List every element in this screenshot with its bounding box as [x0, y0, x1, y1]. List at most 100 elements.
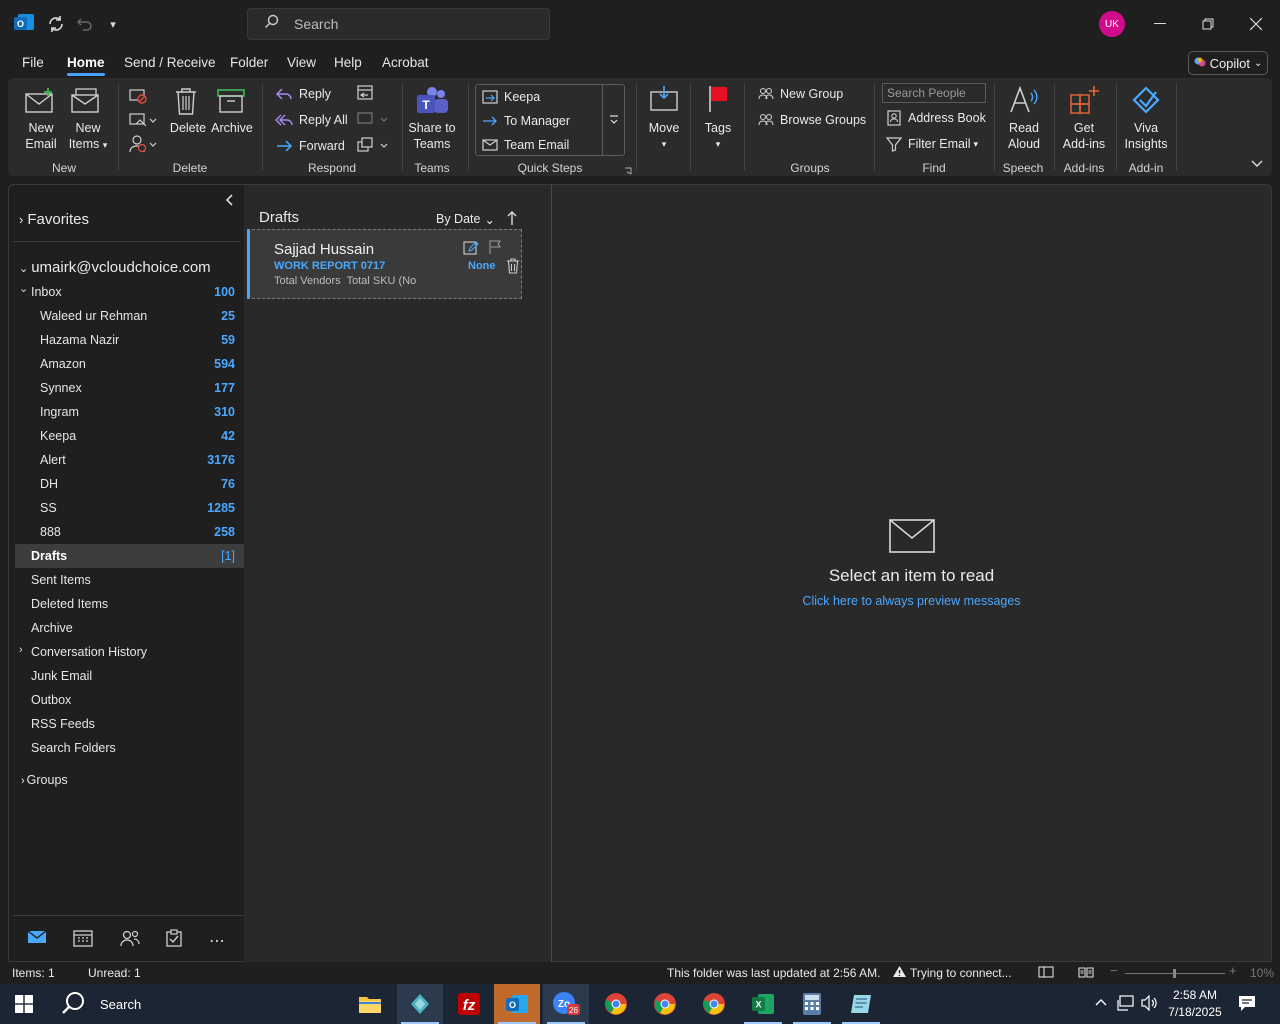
sidebar-item-hazama-nazir[interactable]: Hazama Nazir 59: [15, 328, 247, 352]
dialog-launcher-icon[interactable]: [624, 164, 632, 175]
read-aloud-button[interactable]: Read Aloud: [1004, 84, 1044, 154]
people-module-icon[interactable]: [119, 929, 141, 949]
restore-button[interactable]: [1185, 8, 1231, 40]
share-to-teams-button[interactable]: T Share to Teams: [408, 86, 456, 156]
address-book-button[interactable]: Address Book: [886, 110, 986, 126]
outlook-app-icon[interactable]: O: [12, 10, 36, 36]
chevron-down-icon[interactable]: ⌄: [19, 282, 28, 295]
sort-direction-icon[interactable]: [506, 210, 518, 226]
list-item[interactable]: Sajjad Hussain WORK REPORT 0717 Total Ve…: [247, 229, 522, 299]
excel-icon[interactable]: X: [740, 984, 786, 1024]
normal-view-icon[interactable]: [1038, 966, 1054, 980]
sidebar-item-search-folders[interactable]: Search Folders: [15, 736, 247, 760]
menu-acrobat[interactable]: Acrobat: [382, 55, 429, 70]
copilot-button[interactable]: Copilot ⌄: [1188, 51, 1268, 75]
menu-help[interactable]: Help: [334, 55, 362, 70]
im-reply-icon[interactable]: [355, 110, 389, 130]
new-items-button[interactable]: New Items ▾: [69, 86, 107, 151]
account-header[interactable]: ⌄ umairk@vcloudchoice.com: [19, 259, 211, 276]
sidebar-item-outbox[interactable]: Outbox: [15, 688, 247, 712]
preview-link[interactable]: Click here to always preview messages: [552, 594, 1271, 608]
sidebar-item-ss[interactable]: SS 1285: [15, 496, 247, 520]
sidebar-item-conversation-history[interactable]: › Conversation History: [15, 640, 247, 664]
sidebar-item-inbox[interactable]: ⌄ Inbox 100: [15, 280, 247, 304]
flag-icon[interactable]: [488, 239, 502, 255]
quick-step-keepa[interactable]: Keepa: [482, 90, 540, 104]
browse-groups-button[interactable]: Browse Groups: [758, 112, 866, 128]
search-input[interactable]: Search: [247, 8, 550, 40]
filter-email-button[interactable]: Filter Email ▾: [886, 136, 978, 152]
menu-home[interactable]: Home: [67, 55, 105, 70]
new-email-button[interactable]: New Email: [24, 86, 58, 151]
sidebar-item-waleed-ur-rehman[interactable]: Waleed ur Rehman 25: [15, 304, 247, 328]
new-group-button[interactable]: New Group: [758, 86, 843, 102]
volume-icon[interactable]: [1141, 994, 1159, 1013]
tasks-module-icon[interactable]: [165, 929, 187, 949]
taskbar-search[interactable]: Search: [50, 984, 350, 1024]
notification-center-icon[interactable]: [1238, 995, 1256, 1013]
chevron-up-icon[interactable]: [1094, 996, 1110, 1012]
archive-button[interactable]: Archive: [211, 86, 253, 146]
cleanup-icon[interactable]: [128, 110, 158, 132]
reading-view-icon[interactable]: [1078, 966, 1094, 980]
collapse-pane-icon[interactable]: [225, 194, 239, 208]
sidebar-item-888[interactable]: 888 258: [15, 520, 247, 544]
clock[interactable]: 2:58 AM 7/18/2025: [1164, 987, 1226, 1021]
sidebar-item-amazon[interactable]: Amazon 594: [15, 352, 247, 376]
viva-insights-button[interactable]: Viva Insights: [1124, 84, 1168, 154]
more-respond-icon[interactable]: [355, 136, 389, 156]
sidebar-item-deleted-items[interactable]: Deleted Items: [15, 592, 247, 616]
quick-step-team-email[interactable]: Team Email: [482, 138, 569, 152]
ignore-icon[interactable]: [128, 86, 150, 108]
get-addins-button[interactable]: Get Add-ins: [1063, 84, 1105, 154]
minimize-button[interactable]: [1137, 8, 1183, 40]
calendar-module-icon[interactable]: [73, 929, 95, 949]
network-icon[interactable]: [1117, 995, 1135, 1013]
sidebar-item-alert[interactable]: Alert 3176: [15, 448, 247, 472]
junk-icon[interactable]: [128, 134, 158, 156]
file-explorer-icon[interactable]: [347, 984, 393, 1024]
tags-button[interactable]: Tags ▾: [700, 84, 736, 154]
chrome-profile-2-icon[interactable]: [691, 984, 737, 1024]
sidebar-item-synnex[interactable]: Synnex 177: [15, 376, 247, 400]
chevron-right-icon[interactable]: ›: [19, 644, 23, 656]
menu-folder[interactable]: Folder: [230, 55, 268, 70]
sidebar-item-archive[interactable]: Archive: [15, 616, 247, 640]
notes-app-icon[interactable]: [838, 984, 884, 1024]
meeting-reply-icon[interactable]: [355, 84, 377, 104]
forward-button[interactable]: Forward: [275, 138, 345, 154]
quick-steps-expand-button[interactable]: [602, 85, 624, 155]
avatar[interactable]: UK: [1099, 11, 1125, 37]
zoom-level[interactable]: 10%: [1250, 966, 1274, 980]
zoom-out-icon[interactable]: −: [1110, 963, 1118, 978]
sync-icon[interactable]: [41, 9, 71, 39]
search-people-input[interactable]: Search People: [882, 83, 986, 103]
filezilla-icon[interactable]: fz: [446, 984, 492, 1024]
menu-send-receive[interactable]: Send / Receive: [124, 55, 216, 70]
mail-module-icon[interactable]: [27, 929, 49, 949]
app-icon-teal[interactable]: [397, 984, 443, 1024]
sidebar-item-junk-email[interactable]: Junk Email: [15, 664, 247, 688]
start-button[interactable]: [1, 984, 47, 1024]
move-button[interactable]: Move ▾: [646, 84, 682, 154]
undo-icon[interactable]: [70, 9, 100, 39]
sidebar-item-rss-feeds[interactable]: RSS Feeds: [15, 712, 247, 736]
reply-all-button[interactable]: Reply All: [275, 112, 348, 128]
menu-file[interactable]: File: [22, 55, 44, 70]
favorites-header[interactable]: › Favorites: [19, 211, 89, 228]
sort-dropdown[interactable]: By Date ⌄: [436, 212, 495, 227]
outlook-taskbar-icon[interactable]: O: [494, 984, 540, 1024]
trash-icon[interactable]: [506, 258, 520, 274]
more-modules-icon[interactable]: ⋯: [209, 931, 235, 950]
close-button[interactable]: [1233, 8, 1279, 40]
delete-button[interactable]: Delete: [170, 86, 206, 146]
ribbon-collapse-icon[interactable]: [1250, 158, 1264, 170]
sidebar-item-dh[interactable]: DH 76: [15, 472, 247, 496]
calculator-icon[interactable]: [789, 984, 835, 1024]
sidebar-item-ingram[interactable]: Ingram 310: [15, 400, 247, 424]
sidebar-item-keepa[interactable]: Keepa 42: [15, 424, 247, 448]
menu-view[interactable]: View: [287, 55, 316, 70]
chrome-icon[interactable]: [593, 984, 639, 1024]
sidebar-item-sent-items[interactable]: Sent Items: [15, 568, 247, 592]
reply-button[interactable]: Reply: [275, 86, 331, 102]
